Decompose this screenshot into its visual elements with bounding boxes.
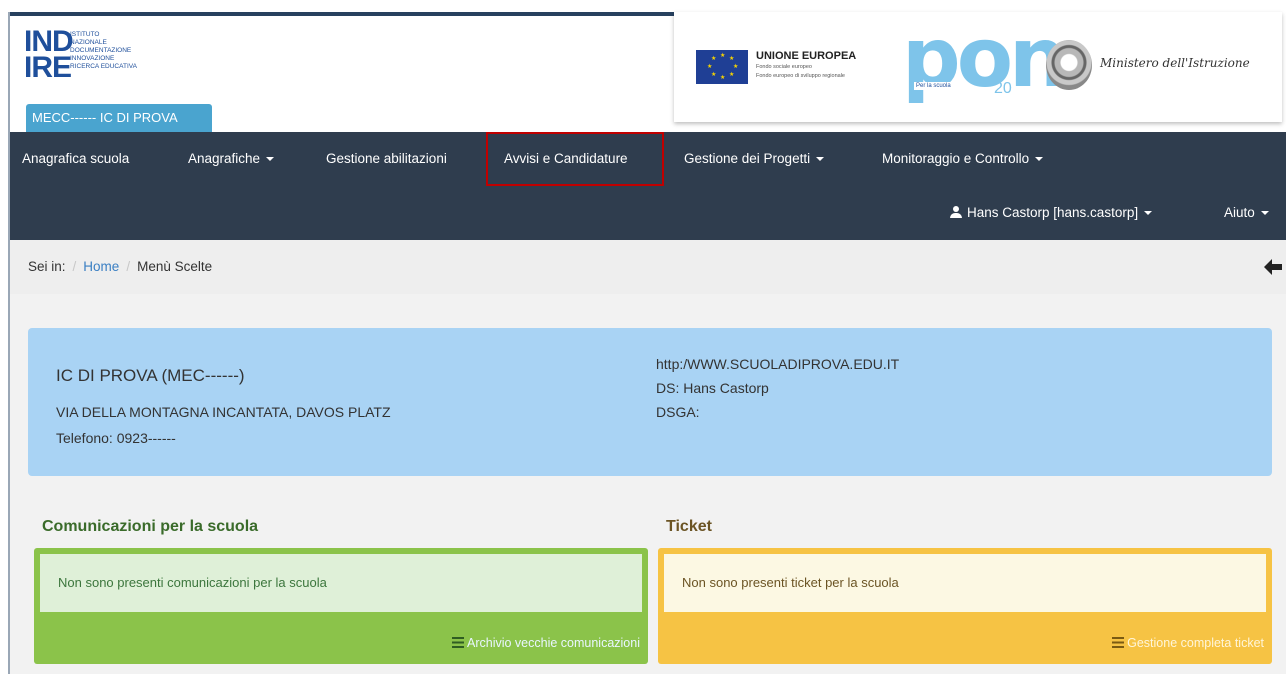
chevron-down-icon	[1144, 211, 1153, 216]
school-ds: DS: Hans Castorp	[656, 380, 769, 396]
school-dsga: DSGA:	[656, 404, 700, 420]
pon-years: 20	[994, 80, 1012, 97]
tickets-message: Non sono presenti ticket per la scuola	[664, 554, 1266, 612]
school-name: IC DI PROVA (MEC------)	[56, 366, 245, 385]
user-menu[interactable]: Hans Castorp [hans.castorp]	[950, 186, 1153, 240]
breadcrumb-prefix: Sei in:	[28, 259, 66, 274]
arrow-left-icon[interactable]	[1264, 259, 1282, 275]
main-content: IC DI PROVA (MEC------) VIA DELLA MONTAG…	[10, 294, 1286, 674]
school-info-panel: IC DI PROVA (MEC------) VIA DELLA MONTAG…	[28, 328, 1272, 476]
indire-logo[interactable]: IND IRE Istituto Nazionale Documentazion…	[24, 27, 224, 99]
chevron-down-icon	[1035, 157, 1044, 162]
school-website[interactable]: http:/WWW.SCUOLADIPROVA.EDU.IT	[656, 356, 899, 372]
chevron-down-icon	[266, 157, 275, 162]
help-menu[interactable]: Aiuto	[1224, 186, 1269, 240]
nav-anagrafiche[interactable]: Anagrafiche	[188, 132, 275, 186]
chevron-down-icon	[816, 157, 825, 162]
eu-flag-icon: ★ ★ ★ ★ ★ ★ ★ ★	[696, 50, 748, 84]
communications-message: Non sono presenti comunicazioni per la s…	[40, 554, 642, 612]
archive-communications-link[interactable]: Archivio vecchie comunicazioni	[452, 636, 640, 650]
nav-gestione-progetti[interactable]: Gestione dei Progetti	[684, 132, 825, 186]
highlight-annotation	[486, 132, 664, 186]
ministry-name: Ministero dell'Istruzione	[1100, 56, 1250, 70]
tickets-title: Ticket	[666, 518, 712, 535]
nav-monitoraggio-controllo[interactable]: Monitoraggio e Controllo	[882, 132, 1044, 186]
nav-anagrafica-scuola[interactable]: Anagrafica scuola	[22, 132, 129, 186]
italian-emblem-icon	[1046, 40, 1092, 90]
school-address: VIA DELLA MONTAGNA INCANTATA, DAVOS PLAT…	[56, 404, 391, 420]
main-navbar: Anagrafica scuola Anagrafiche Gestione a…	[10, 132, 1286, 240]
nav-gestione-abilitazioni[interactable]: Gestione abilitazioni	[326, 132, 447, 186]
logo-line-2: IRE	[24, 51, 72, 84]
breadcrumb-current: Menù Scelte	[137, 259, 213, 274]
list-icon	[1112, 637, 1125, 648]
pon-tagline: Per la scuola	[914, 82, 953, 90]
user-icon	[950, 206, 962, 218]
eu-sub-1: Fondo sociale europeo	[756, 64, 812, 70]
pon-logo: pon Per la scuola 20	[902, 18, 1067, 112]
communications-card: Non sono presenti comunicazioni per la s…	[34, 548, 648, 664]
communications-title: Comunicazioni per la scuola	[42, 518, 259, 535]
eu-title: UNIONE EUROPEA	[756, 50, 857, 62]
school-phone: Telefono: 0923------	[56, 430, 176, 446]
eu-text: UNIONE EUROPEA Fondo sociale europeo Fon…	[756, 50, 856, 80]
manage-tickets-link[interactable]: Gestione completa ticket	[1112, 636, 1264, 650]
breadcrumb-home-link[interactable]: Home	[83, 259, 119, 274]
list-icon	[452, 637, 464, 648]
breadcrumb: Sei in: / Home / Menù Scelte	[10, 240, 1286, 294]
eu-sub-2: Fondo europeo di sviluppo regionale	[756, 73, 845, 79]
tickets-card: Non sono presenti ticket per la scuola G…	[658, 548, 1272, 664]
logo-subtitle: Istituto Nazionale Documentazione Innova…	[70, 31, 137, 70]
school-tab[interactable]: MECC------ IC DI PROVA	[26, 104, 212, 132]
chevron-down-icon	[1260, 211, 1269, 216]
pon-banner: ★ ★ ★ ★ ★ ★ ★ ★ UNIONE EUROPEA Fondo soc…	[674, 12, 1282, 122]
